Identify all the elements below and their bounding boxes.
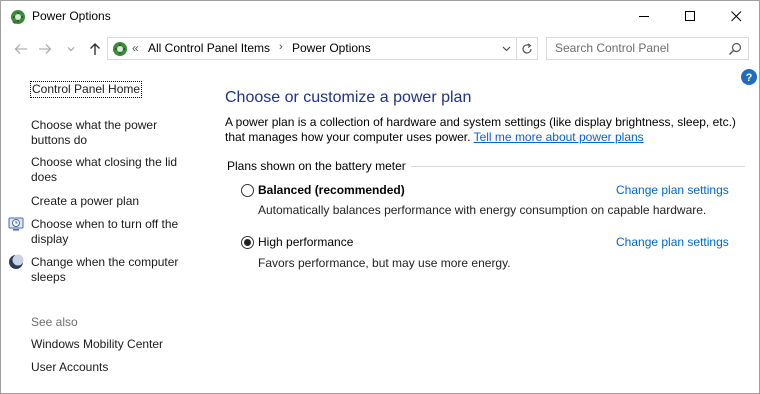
search-icon[interactable]: [728, 42, 742, 56]
balanced-plan-radio[interactable]: [241, 184, 254, 197]
help-icon[interactable]: ?: [741, 69, 757, 85]
breadcrumb-power-options[interactable]: Power Options: [292, 41, 371, 55]
forward-button[interactable]: [37, 41, 53, 57]
breadcrumb-all-control-panel-items[interactable]: All Control Panel Items: [148, 41, 270, 55]
forward-arrow-icon: [39, 44, 52, 54]
minimize-button[interactable]: [621, 1, 667, 32]
high-performance-plan-description: Favors performance, but may use more ene…: [258, 256, 511, 270]
chevron-down-icon: [67, 47, 75, 52]
display-timer-icon: [8, 217, 24, 231]
breadcrumb-overflow[interactable]: «: [132, 41, 139, 55]
recent-locations-button[interactable]: [63, 41, 79, 57]
chevron-down-icon: [502, 46, 511, 51]
maximize-icon: [684, 11, 695, 21]
high-performance-plan-name[interactable]: High performance: [258, 235, 353, 249]
plans-group-label: Plans shown on the battery meter: [227, 159, 406, 173]
high-performance-plan-radio[interactable]: [241, 236, 254, 249]
choose-closing-lid-link[interactable]: Choose what closing the lid does: [31, 155, 191, 185]
windows-mobility-center-link[interactable]: Windows Mobility Center: [31, 337, 201, 352]
up-button[interactable]: [87, 41, 103, 57]
power-options-icon: [11, 10, 25, 24]
refresh-button[interactable]: [517, 37, 538, 60]
address-dropdown[interactable]: [496, 38, 516, 59]
user-accounts-link[interactable]: User Accounts: [31, 360, 201, 375]
page-title: Choose or customize a power plan: [225, 89, 472, 106]
control-panel-home-link[interactable]: Control Panel Home: [30, 81, 143, 98]
search-box[interactable]: Search Control Panel: [546, 37, 749, 60]
close-icon: [730, 11, 741, 22]
window-title: Power Options: [32, 9, 111, 23]
back-arrow-icon: [14, 44, 27, 54]
balanced-plan-name[interactable]: Balanced (recommended): [258, 183, 405, 197]
high-performance-change-settings-link[interactable]: Change plan settings: [616, 235, 729, 249]
svg-text:?: ?: [746, 72, 753, 84]
power-options-icon: [113, 42, 127, 56]
choose-power-buttons-link[interactable]: Choose what the power buttons do: [31, 118, 171, 148]
tell-me-more-link[interactable]: Tell me more about power plans: [474, 130, 644, 144]
search-input[interactable]: Search Control Panel: [555, 41, 669, 55]
choose-turn-off-display-link[interactable]: Choose when to turn off the display: [31, 217, 191, 247]
refresh-icon: [522, 42, 532, 54]
maximize-button[interactable]: [667, 1, 713, 32]
group-divider: [411, 166, 745, 167]
sleep-moon-icon: [9, 254, 24, 269]
close-button[interactable]: [713, 1, 759, 32]
create-power-plan-link[interactable]: Create a power plan: [31, 194, 201, 209]
minimize-icon: [638, 16, 649, 17]
address-bar[interactable]: « All Control Panel Items › Power Option…: [107, 37, 517, 60]
navigation-bar: « All Control Panel Items › Power Option…: [1, 35, 759, 63]
balanced-plan-description: Automatically balances performance with …: [258, 203, 707, 217]
see-also-heading: See also: [31, 315, 78, 329]
breadcrumb-separator[interactable]: ›: [279, 41, 283, 53]
balanced-change-settings-link[interactable]: Change plan settings: [616, 183, 729, 197]
back-button[interactable]: [13, 41, 29, 57]
power-options-window: Power Options « All Control Panel Items …: [0, 0, 760, 394]
intro-text: A power plan is a collection of hardware…: [225, 115, 745, 145]
change-computer-sleeps-link[interactable]: Change when the computer sleeps: [31, 255, 191, 285]
title-bar: Power Options: [1, 1, 759, 32]
up-arrow-icon: [90, 43, 100, 55]
